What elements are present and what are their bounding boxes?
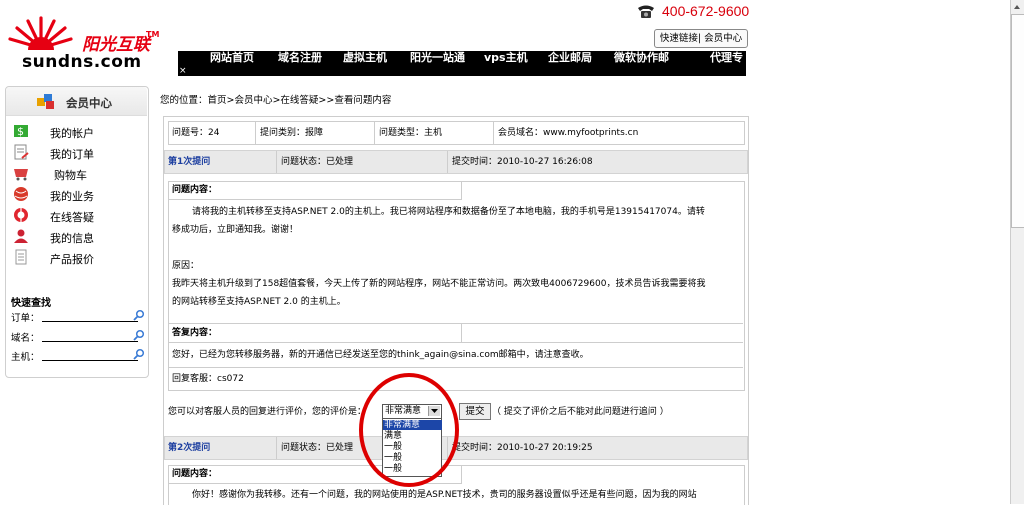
close-icon[interactable]: ×	[179, 66, 187, 76]
q1-text-line2: 移成功后，立即通知我。谢谢！	[172, 225, 299, 235]
domain-search-input[interactable]	[42, 341, 138, 342]
question-category: 提问类别：报障	[260, 128, 324, 138]
search-icon[interactable]	[133, 329, 145, 341]
q1-label: 第1次提问	[168, 157, 211, 167]
quick-search-host: 主机：	[11, 348, 146, 364]
q1-content-title: 问题内容：	[172, 185, 218, 195]
quick-search-domain: 域名：	[11, 329, 146, 345]
sidebar-item-label: 我的帐户	[50, 127, 94, 140]
q1-time: 提交时间：2010-10-27 16:26:08	[452, 157, 593, 167]
sidebar-item-account[interactable]: $ 我的帐户	[12, 122, 142, 142]
host-search-input[interactable]	[42, 360, 138, 361]
domain-label: 域名：	[11, 333, 40, 344]
question-id: 问题号：24	[172, 128, 220, 138]
sidebar-title: 会员中心	[66, 96, 112, 110]
order-label: 订单：	[11, 313, 40, 324]
user-icon	[14, 229, 28, 243]
sidebar-item-profile[interactable]: 我的信息	[12, 227, 142, 247]
sidebar-item-label: 购物车	[54, 169, 87, 182]
breadcrumb: 您的位置：首页>会员中心>在线答疑>>查看问题内容	[160, 95, 392, 106]
sidebar-item-orders[interactable]: 我的订单	[12, 143, 142, 163]
sidebar-item-online-qa[interactable]: 在线答疑	[12, 206, 142, 226]
nav-vps[interactable]: vps主机	[484, 51, 528, 65]
q1-text-line4: 我昨天将主机升级到了158超值套餐，今天上传了新的网站程序，网站不能正常访问。两…	[172, 279, 706, 289]
q1-text-line5: 的网站转移至支持ASP.NET 2.0 的主机上。	[172, 297, 346, 307]
sidebar-item-label: 在线答疑	[50, 211, 94, 224]
sidebar-item-pricing[interactable]: 产品报价	[12, 248, 142, 268]
nav-agent[interactable]: 代理专	[710, 51, 743, 65]
highlight-ellipse	[359, 373, 459, 487]
rating-prompt: 您可以对客服人员的回复进行评价，您的评价是：	[168, 407, 367, 417]
quick-search-order: 订单：	[11, 309, 146, 325]
quick-search-title: 快速查找	[11, 298, 51, 309]
nav-one-stop[interactable]: 阳光一站通	[410, 51, 465, 65]
nav-email[interactable]: 企业邮局	[548, 51, 592, 65]
cart-icon	[14, 169, 28, 181]
blocks-icon	[37, 94, 54, 109]
main-nav: 网站首页 域名注册 虚拟主机 阳光一站通 vps主机 企业邮局 微软协作邮 代理…	[178, 51, 746, 76]
member-domain: 会员域名：www.myfootprints.cn	[498, 128, 639, 138]
q2-status: 问题状态：已处理	[281, 443, 354, 453]
question-type: 问题类型：主机	[379, 128, 443, 138]
q2-time: 提交时间：2010-10-27 20:19:25	[452, 443, 593, 453]
sidebar-item-label: 我的信息	[50, 232, 94, 245]
q2-label: 第2次提问	[168, 443, 211, 453]
sidebar-item-label: 产品报价	[50, 253, 94, 266]
q1-text-line1: 请将我的主机转移至支持ASP.NET 2.0的主机上。我已将网站程序和数据备份至…	[192, 207, 705, 217]
phone-number: 400-672-9600	[662, 3, 750, 19]
reply-agent: 回复客服：cs072	[172, 374, 244, 384]
scroll-thumb[interactable]	[1011, 14, 1024, 228]
sidebar-item-cart[interactable]: 购物车	[12, 164, 142, 184]
rating-note: （ 提交了评价之后不能对此问题进行追问 ）	[492, 407, 669, 417]
search-icon[interactable]	[133, 348, 145, 360]
q2-content-title: 问题内容：	[172, 469, 218, 479]
order-search-input[interactable]	[42, 321, 138, 322]
money-icon: $	[14, 125, 28, 138]
nav-virtual-host[interactable]: 虚拟主机	[343, 51, 387, 65]
reply-title: 答复内容：	[172, 328, 218, 338]
sidebar-item-label: 我的业务	[50, 190, 94, 203]
q1-status: 问题状态：已处理	[281, 157, 354, 167]
logo-trademark: TM	[146, 30, 160, 39]
telephone-icon	[638, 5, 654, 18]
order-icon	[14, 144, 29, 160]
nav-domain[interactable]: 域名注册	[278, 51, 322, 65]
logo-text-en: sundns.com	[22, 52, 142, 72]
globe-icon	[14, 187, 28, 201]
sidebar-item-business[interactable]: 我的业务	[12, 185, 142, 205]
reply-text: 您好，已经为您转移服务器，新的开通信已经发送至您的think_again@sin…	[172, 350, 589, 360]
search-icon[interactable]	[133, 309, 145, 321]
scroll-up-icon[interactable]	[1011, 1, 1023, 13]
nav-home[interactable]: 网站首页	[210, 51, 254, 65]
help-icon	[14, 208, 28, 222]
host-label: 主机：	[11, 352, 40, 363]
svg-text:$: $	[17, 125, 24, 138]
q1-text-line3: 原因：	[172, 261, 200, 271]
sidebar-item-label: 我的订单	[50, 148, 94, 161]
document-icon	[15, 249, 27, 265]
quick-link-button[interactable]: 快速链接| 会员中心	[654, 29, 748, 48]
nav-exchange[interactable]: 微软协作邮	[614, 51, 669, 65]
